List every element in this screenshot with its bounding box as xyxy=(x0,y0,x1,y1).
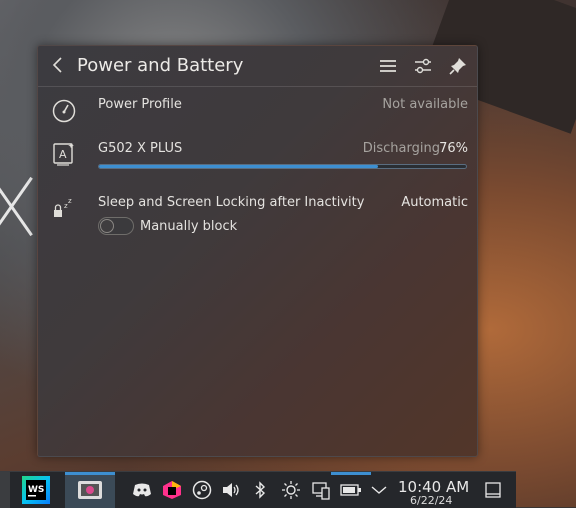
sleep-label: Sleep and Screen Locking after Inactivit… xyxy=(98,195,365,210)
manually-block-label: Manually block xyxy=(140,219,238,234)
popup-header: Power and Battery xyxy=(38,46,477,87)
bluetooth-icon[interactable] xyxy=(248,472,272,508)
configure-icon[interactable] xyxy=(412,55,434,77)
show-desktop-icon[interactable] xyxy=(478,472,508,508)
taskbar-edge xyxy=(0,472,10,508)
webstorm-icon[interactable]: WS xyxy=(16,472,56,508)
pin-icon[interactable] xyxy=(447,55,469,77)
speedometer-icon xyxy=(51,98,77,124)
jetbrains-toolbox-icon[interactable] xyxy=(158,472,186,508)
power-profile-value: Not available xyxy=(382,97,468,112)
device-status: Discharging xyxy=(362,141,440,156)
chevron-up-icon[interactable] xyxy=(368,472,390,508)
svg-text:A: A xyxy=(59,148,67,161)
back-arrow-icon[interactable] xyxy=(48,55,68,75)
hamburger-menu-icon[interactable] xyxy=(377,55,399,77)
active-task-indicator xyxy=(65,472,115,475)
power-profile-label: Power Profile xyxy=(98,97,182,112)
volume-icon[interactable] xyxy=(218,472,244,508)
battery-progress-fill xyxy=(99,165,378,168)
popup-title: Power and Battery xyxy=(77,55,244,76)
clock-date[interactable]: 6/22/24 xyxy=(410,494,452,507)
svg-text:WS: WS xyxy=(28,485,44,495)
lock-sleep-icon: z z xyxy=(51,196,77,222)
screenshot-app-icon[interactable] xyxy=(65,472,115,508)
kde-connect-icon[interactable] xyxy=(308,472,334,508)
device-percent: 76% xyxy=(439,141,468,156)
power-battery-popup: Power and Battery Power Profile Not avai… xyxy=(37,45,478,457)
brightness-icon[interactable] xyxy=(278,472,304,508)
discord-icon[interactable] xyxy=(128,472,156,508)
active-tray-indicator xyxy=(331,472,371,475)
battery-progress-bar xyxy=(98,164,467,169)
sleep-value: Automatic xyxy=(401,195,468,210)
mouse-battery-icon: A xyxy=(51,141,77,167)
steam-icon[interactable] xyxy=(188,472,216,508)
manually-block-toggle[interactable] xyxy=(98,217,134,235)
battery-icon[interactable] xyxy=(338,472,364,508)
svg-text:z: z xyxy=(68,197,72,205)
toggle-knob xyxy=(100,219,114,233)
device-name: G502 X PLUS xyxy=(98,141,183,156)
